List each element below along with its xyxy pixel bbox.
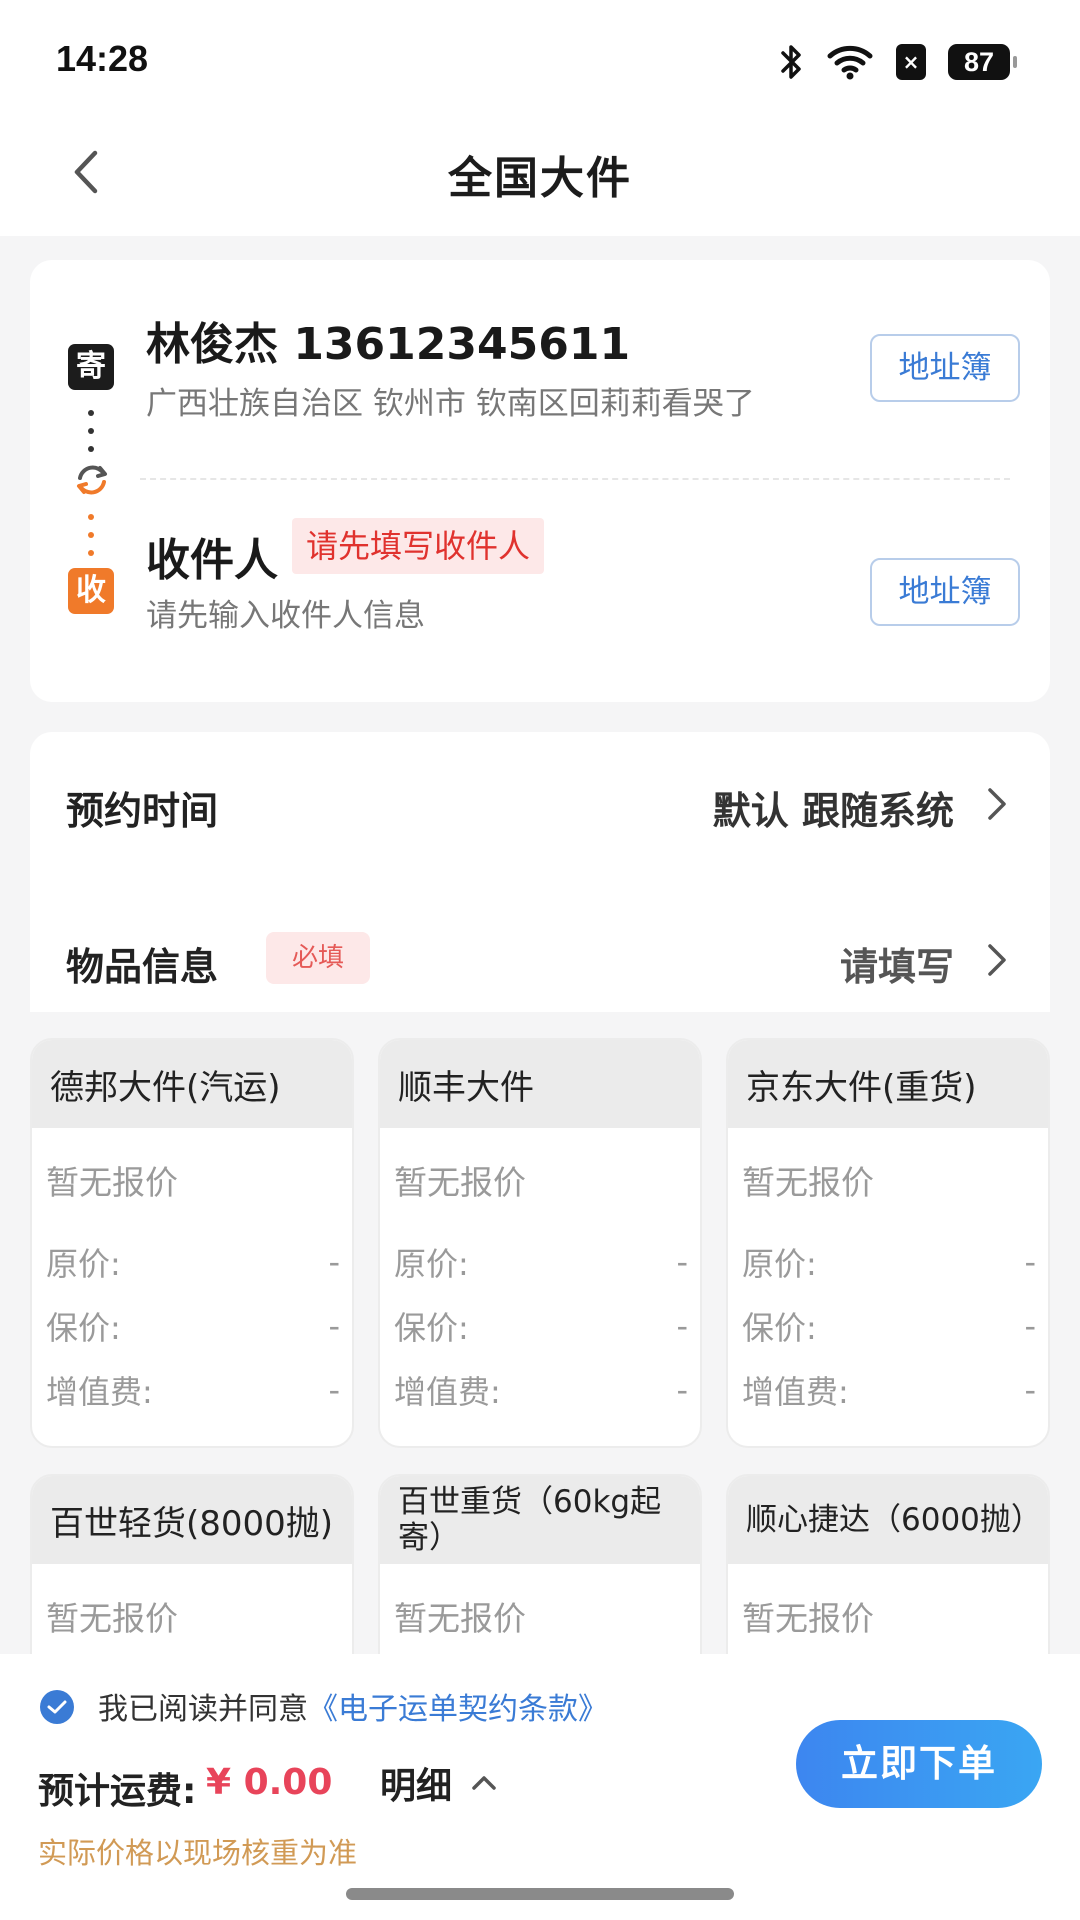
receiver-warning-badge: 请先填写收件人: [292, 518, 545, 574]
price-label: 保价:: [394, 1309, 469, 1347]
price-value: -: [328, 1307, 340, 1345]
price-value: -: [676, 1243, 688, 1281]
carrier-name: 顺心捷达（6000抛）: [728, 1476, 1048, 1564]
nav-bar: 全国大件: [0, 120, 1080, 236]
price-label: 增值费:: [742, 1373, 849, 1411]
price-row: 增值费: -: [742, 1358, 1036, 1422]
price-row: 原价: -: [394, 1230, 688, 1294]
price-note: 实际价格以现场核重为准: [38, 1836, 358, 1870]
connector-dot: [88, 446, 94, 452]
price-value: -: [676, 1371, 688, 1409]
carrier-body: 暂无报价 原价: - 保价: - 增值费: -: [32, 1128, 352, 1422]
price-value: -: [328, 1243, 340, 1281]
receiver-address-book-button[interactable]: 地址簿: [870, 558, 1020, 626]
fee-label: 预计运费:: [38, 1771, 197, 1812]
price-value: -: [328, 1371, 340, 1409]
carrier-body: 暂无报价 原价: - 保价: - 增值费: -: [380, 1128, 700, 1422]
connector-dot: [88, 428, 94, 434]
chevron-right-icon[interactable]: [984, 940, 1010, 980]
price-label: 保价:: [46, 1309, 121, 1347]
price-row: 增值费: -: [46, 1358, 340, 1422]
no-quote-text: 暂无报价: [46, 1163, 178, 1202]
price-label: 增值费:: [394, 1373, 501, 1411]
settings-card: 预约时间 默认 跟随系统 物品信息 必填 请填写: [30, 732, 1050, 1012]
carrier-body: 暂无报价 原价: - 保价: - 增值费: -: [728, 1128, 1048, 1422]
carrier-body: 暂无报价: [728, 1564, 1048, 1642]
sender-address-book-button[interactable]: 地址簿: [870, 334, 1020, 402]
bottom-bar: 我已阅读并同意《电子运单契约条款》 预计运费: ¥ 0.00 明细 立即下单 实…: [0, 1654, 1080, 1920]
no-quote-text: 暂无报价: [394, 1163, 526, 1202]
price-label: 原价:: [394, 1245, 469, 1283]
swap-icon[interactable]: [72, 460, 112, 500]
price-value: -: [676, 1307, 688, 1345]
price-label: 原价:: [46, 1245, 121, 1283]
connector-dot: [88, 550, 94, 556]
battery-icon: 87: [948, 44, 1017, 80]
fee-detail-button[interactable]: 明细: [380, 1758, 498, 1808]
carrier-name: 百世轻货(8000抛): [32, 1476, 352, 1564]
chevron-up-icon: [472, 1776, 496, 1790]
home-indicator[interactable]: [346, 1888, 734, 1900]
page-title: 全国大件: [448, 153, 632, 204]
agree-prefix: 我已阅读并同意: [98, 1692, 308, 1727]
connector-dot: [88, 410, 94, 416]
address-card: 寄 收 林俊杰 13612345611 广西壮族自治区 钦州市 钦南区回莉莉看哭…: [30, 260, 1050, 702]
price-label: 增值费:: [46, 1373, 153, 1411]
no-quote-text: 暂无报价: [742, 1163, 874, 1202]
price-value: -: [1024, 1243, 1036, 1281]
detail-label: 明细: [380, 1766, 453, 1807]
chevron-right-icon[interactable]: [984, 784, 1010, 824]
schedule-value[interactable]: 默认 跟随系统: [713, 780, 954, 835]
agree-checkbox[interactable]: [40, 1690, 74, 1724]
place-order-button[interactable]: 立即下单: [796, 1720, 1042, 1808]
price-row: 增值费: -: [394, 1358, 688, 1422]
price-label: 保价:: [742, 1309, 817, 1347]
wifi-icon: [827, 45, 873, 80]
carrier-name: 京东大件(重货): [728, 1040, 1048, 1128]
no-quote-text: 暂无报价: [394, 1599, 526, 1638]
carrier-card-shunfeng[interactable]: 顺丰大件 暂无报价 原价: - 保价: - 增值费: -: [378, 1038, 702, 1448]
carrier-body: 暂无报价: [380, 1564, 700, 1642]
status-icons: × 87: [780, 40, 1017, 84]
receiver-hint[interactable]: 请先输入收件人信息: [146, 590, 425, 635]
price-row: 保价: -: [46, 1294, 340, 1358]
required-badge: 必填: [266, 932, 370, 984]
status-time: 14:28: [56, 38, 149, 79]
bluetooth-icon: [781, 45, 801, 79]
carrier-body: 暂无报价: [32, 1564, 352, 1642]
status-bar: 14:28 × 87: [0, 0, 1080, 120]
receiver-tag: 收: [68, 568, 114, 614]
price-label: 原价:: [742, 1245, 817, 1283]
connector-dot: [88, 514, 94, 520]
no-quote-text: 暂无报价: [742, 1599, 874, 1638]
carrier-card-jingdong[interactable]: 京东大件(重货) 暂无报价 原价: - 保价: - 增值费: -: [726, 1038, 1050, 1448]
schedule-label[interactable]: 预约时间: [66, 780, 218, 835]
divider: [140, 478, 1010, 480]
carrier-card-debang[interactable]: 德邦大件(汽运) 暂无报价 原价: - 保价: - 增值费: -: [30, 1038, 354, 1448]
receiver-title[interactable]: 收件人: [146, 524, 278, 588]
sender-name-phone[interactable]: 林俊杰 13612345611: [146, 308, 630, 372]
price-row: 保价: -: [742, 1294, 1036, 1358]
price-value: -: [1024, 1307, 1036, 1345]
price-row: 保价: -: [394, 1294, 688, 1358]
no-quote-text: 暂无报价: [46, 1599, 178, 1638]
fee-value: ¥ 0.00: [206, 1762, 333, 1803]
check-icon: [47, 1700, 67, 1714]
sender-address[interactable]: 广西壮族自治区 钦州市 钦南区回莉莉看哭了: [146, 378, 755, 423]
agree-text: 我已阅读并同意《电子运单契约条款》: [98, 1684, 608, 1728]
sim-icon: ×: [896, 44, 926, 80]
goods-value[interactable]: 请填写: [840, 936, 954, 991]
connector-dot: [88, 532, 94, 538]
carrier-name: 百世重货（60kg起寄）: [380, 1476, 700, 1564]
carrier-name: 德邦大件(汽运): [32, 1040, 352, 1128]
sender-tag: 寄: [68, 344, 114, 390]
price-value: -: [1024, 1371, 1036, 1409]
goods-label[interactable]: 物品信息: [66, 936, 218, 991]
price-row: 原价: -: [742, 1230, 1036, 1294]
contract-terms-link[interactable]: 《电子运单契约条款》: [308, 1692, 608, 1727]
price-row: 原价: -: [46, 1230, 340, 1294]
carrier-name: 顺丰大件: [380, 1040, 700, 1128]
